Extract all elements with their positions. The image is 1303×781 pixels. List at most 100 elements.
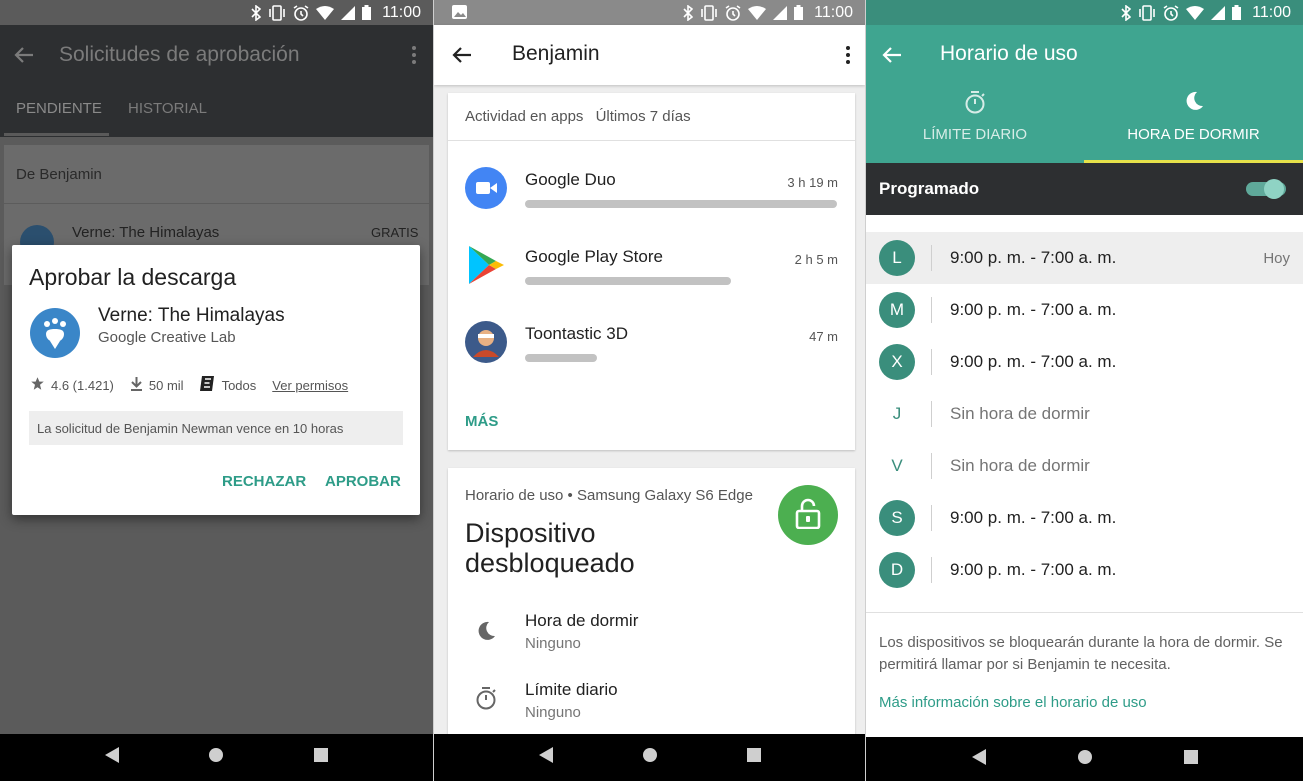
battery-icon <box>794 5 804 20</box>
permissions-link[interactable]: Ver permisos <box>272 378 348 393</box>
bedtime-value: Ninguno <box>525 635 581 652</box>
vibrate-icon <box>268 4 286 21</box>
more-vert-icon[interactable] <box>404 43 424 67</box>
nav-recents-icon[interactable] <box>1183 749 1198 769</box>
day-row[interactable]: V Sin hora de dormir <box>866 440 1303 492</box>
app-icon <box>465 321 507 363</box>
price-label: GRATIS <box>371 225 419 240</box>
tab-daily-limit[interactable]: LÍMITE DIARIO <box>866 90 1084 163</box>
status-bar: 11:00 <box>0 0 433 25</box>
app-meta: 4.6 (1.421) 50 mil Todos Ver permisos <box>30 375 348 395</box>
day-schedule: 9:00 p. m. - 7:00 a. m. <box>950 508 1117 527</box>
day-schedule: 9:00 p. m. - 7:00 a. m. <box>950 352 1117 371</box>
day-letter: L <box>879 240 915 276</box>
nav-recents-icon[interactable] <box>746 748 761 767</box>
divider <box>931 557 932 583</box>
download-icon <box>130 376 143 394</box>
list-item-name: Verne: The Himalayas <box>72 224 220 241</box>
app-usage-row[interactable]: Google Play Store 2 h 5 m <box>448 240 855 317</box>
day-schedule: Sin hora de dormir <box>950 404 1090 423</box>
app-bar <box>0 25 433 137</box>
app-usage-row[interactable]: Google Duo 3 h 19 m <box>448 163 855 240</box>
reject-button[interactable]: RECHAZAR <box>222 473 306 490</box>
back-arrow-icon[interactable] <box>450 43 474 67</box>
tab-history[interactable]: HISTORIAL <box>128 100 207 117</box>
day-schedule: 9:00 p. m. - 7:00 a. m. <box>950 248 1117 267</box>
vibrate-icon <box>1138 4 1156 21</box>
back-arrow-icon[interactable] <box>12 43 36 67</box>
usage-bar <box>525 277 731 285</box>
tab-indicator <box>4 133 109 136</box>
moon-icon <box>475 620 497 647</box>
divider <box>931 349 932 375</box>
day-row[interactable]: X 9:00 p. m. - 7:00 a. m. <box>866 336 1303 388</box>
more-info-link[interactable]: Más información sobre el horario de uso <box>879 694 1147 711</box>
app-bar: Horario de uso LÍMITE DIARIO HORA DE DOR… <box>866 25 1303 163</box>
more-vert-icon[interactable] <box>838 43 858 67</box>
more-button[interactable]: MÁS <box>465 413 498 430</box>
esrb-icon <box>199 375 216 395</box>
app-bar: Benjamin <box>434 25 865 85</box>
day-schedule: 9:00 p. m. - 7:00 a. m. <box>950 300 1117 319</box>
day-row[interactable]: J Sin hora de dormir <box>866 388 1303 440</box>
day-row[interactable]: L 9:00 p. m. - 7:00 a. m. Hoy <box>866 232 1303 284</box>
tab-daily-limit-label: LÍMITE DIARIO <box>922 126 1028 143</box>
nav-home-icon[interactable] <box>1077 749 1093 770</box>
day-row[interactable]: S 9:00 p. m. - 7:00 a. m. <box>866 492 1303 544</box>
nav-home-icon[interactable] <box>642 747 658 768</box>
nav-recents-icon[interactable] <box>314 748 329 767</box>
bluetooth-icon <box>683 4 694 21</box>
daily-limit-label: Límite diario <box>525 680 618 699</box>
app-usage-row[interactable]: Toontastic 3D 47 m <box>448 317 855 394</box>
battery-icon <box>362 5 372 20</box>
content-rating: Todos <box>221 377 257 393</box>
status-time: 11:00 <box>814 3 853 21</box>
dialog-title: Aprobar la descarga <box>29 264 237 290</box>
lock-toggle-button[interactable] <box>778 485 838 545</box>
day-letter: D <box>879 552 915 588</box>
nav-back-icon[interactable] <box>971 748 986 770</box>
timer-icon <box>475 686 497 715</box>
tab-bedtime-label: HORA DE DORMIR <box>1127 126 1260 143</box>
app-usage-time: 2 h 5 m <box>794 252 838 267</box>
app-name: Google Duo <box>525 170 616 189</box>
scheduled-row[interactable]: Programado <box>866 163 1303 215</box>
status-time: 11:00 <box>1252 3 1291 21</box>
alarm-icon <box>725 4 741 21</box>
timer-icon <box>964 91 986 118</box>
device-status: Dispositivo desbloqueado <box>465 518 635 578</box>
day-letter: J <box>892 404 902 423</box>
app-usage-time: 3 h 19 m <box>787 175 838 190</box>
navigation-bar <box>434 734 865 781</box>
star-icon <box>30 376 45 394</box>
battery-icon <box>1232 5 1242 20</box>
device-status-line1: Dispositivo <box>465 518 596 548</box>
page-title: Benjamin <box>512 42 600 65</box>
nav-back-icon[interactable] <box>104 747 119 768</box>
day-row[interactable]: M 9:00 p. m. - 7:00 a. m. <box>866 284 1303 336</box>
section-header: De Benjamin <box>16 166 102 183</box>
scheduled-toggle[interactable] <box>1246 179 1286 199</box>
usage-bar <box>525 200 837 208</box>
app-activity-card: Actividad en apps Últimos 7 días Google … <box>448 93 855 450</box>
tab-pending[interactable]: PENDIENTE <box>16 100 102 117</box>
day-letter: S <box>879 500 915 536</box>
page-title: Horario de uso <box>940 42 1078 65</box>
back-arrow-icon[interactable] <box>880 43 904 67</box>
bluetooth-icon <box>1121 4 1132 21</box>
expiry-notice: La solicitud de Benjamin Newman vence en… <box>29 411 403 445</box>
signal-icon <box>1211 5 1226 20</box>
device-status-line2: desbloqueado <box>465 548 635 578</box>
app-icon <box>465 167 507 209</box>
vibrate-icon <box>700 4 718 21</box>
image-notification-icon <box>452 5 467 19</box>
tab-bedtime[interactable]: HORA DE DORMIR <box>1084 90 1303 163</box>
nav-back-icon[interactable] <box>538 747 553 768</box>
day-row[interactable]: D 9:00 p. m. - 7:00 a. m. <box>866 544 1303 596</box>
nav-home-icon[interactable] <box>208 747 224 768</box>
day-schedule: Sin hora de dormir <box>950 456 1090 475</box>
day-letter: M <box>879 292 915 328</box>
approve-button[interactable]: APROBAR <box>325 473 401 490</box>
day-schedule: 9:00 p. m. - 7:00 a. m. <box>950 560 1117 579</box>
usage-bar <box>525 354 597 362</box>
